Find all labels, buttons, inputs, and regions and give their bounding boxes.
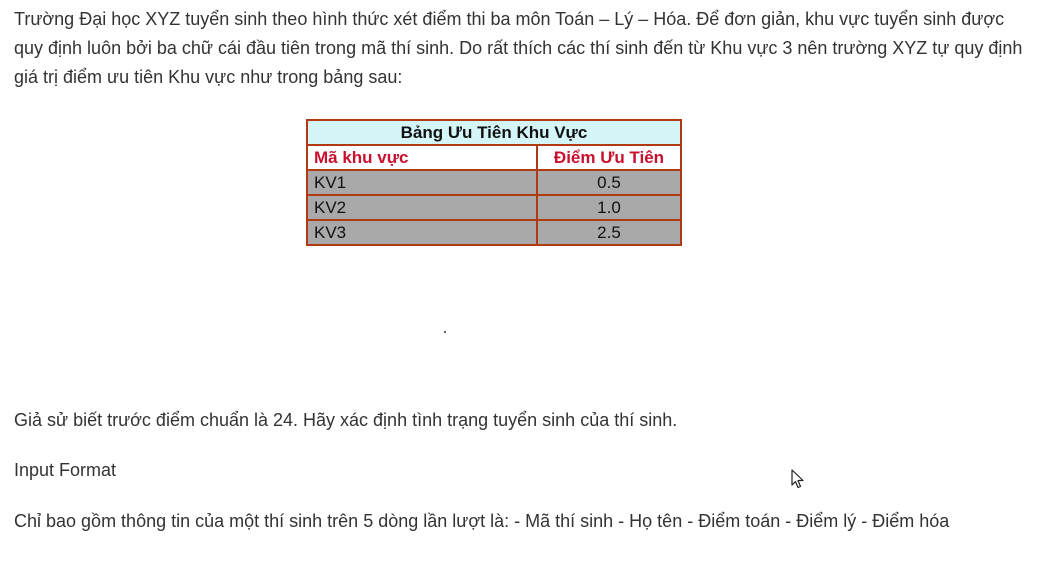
priority-score-cell: 1.0: [536, 194, 682, 221]
priority-score-cell: 0.5: [536, 169, 682, 196]
table-title-row: Bảng Ưu Tiên Khu Vực: [306, 119, 682, 146]
header-region-code: Mã khu vực: [306, 144, 538, 171]
region-code-cell: KV3: [306, 219, 538, 246]
mouse-pointer-icon: [791, 469, 804, 489]
table-row: KV2 1.0: [306, 194, 682, 221]
table-row: KV3 2.5: [306, 219, 682, 246]
cutoff-paragraph: Giả sử biết trước điểm chuẩn là 24. Hãy …: [14, 410, 678, 430]
priority-table: Bảng Ưu Tiên Khu Vực Mã khu vực Điểm Ưu …: [306, 119, 682, 246]
table-header-row: Mã khu vực Điểm Ưu Tiên: [306, 144, 682, 171]
region-code-cell: KV1: [306, 169, 538, 196]
intro-paragraph: Trường Đại học XYZ tuyển sinh theo hình …: [14, 9, 1023, 87]
region-code-cell: KV2: [306, 194, 538, 221]
table-row: KV1 0.5: [306, 169, 682, 196]
header-priority-score: Điểm Ưu Tiên: [536, 144, 682, 171]
priority-score-cell: 2.5: [536, 219, 682, 246]
input-format-heading: Input Format: [14, 460, 117, 480]
stray-dot: [444, 331, 446, 333]
table-title: Bảng Ưu Tiên Khu Vực: [306, 119, 682, 146]
input-format-paragraph: Chỉ bao gồm thông tin của một thí sinh t…: [14, 511, 950, 531]
